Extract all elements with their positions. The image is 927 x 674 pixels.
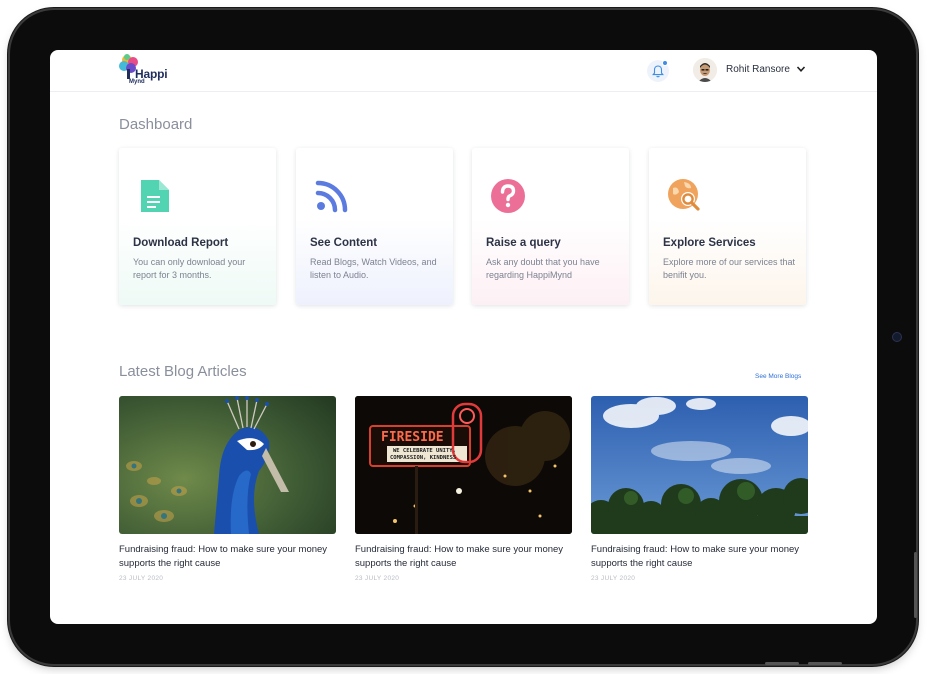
blog-title[interactable]: Fundraising fraud: How to make sure your… bbox=[591, 543, 808, 571]
peacock-photo[interactable] bbox=[119, 396, 336, 534]
blog-date: 23 JULY 2020 bbox=[591, 575, 636, 582]
download-report-card[interactable]: Download Report You can only download yo… bbox=[119, 148, 276, 305]
question-icon bbox=[491, 179, 525, 213]
card-title: Explore Services bbox=[663, 237, 756, 249]
blog-section-title: Latest Blog Articles bbox=[119, 363, 247, 380]
blog-date: 23 JULY 2020 bbox=[355, 575, 400, 582]
tablet-bottom-button bbox=[808, 662, 842, 665]
rss-icon bbox=[315, 180, 348, 213]
chevron-down-icon[interactable] bbox=[796, 64, 806, 74]
tablet-camera bbox=[892, 332, 902, 342]
bell-icon bbox=[652, 64, 664, 77]
blog-date: 23 JULY 2020 bbox=[119, 575, 164, 582]
blog-card[interactable]: FIRESIDE WE CELEBRATE UNITY, COMPASSION,… bbox=[355, 396, 572, 582]
blog-card[interactable]: Fundraising fraud: How to make sure your… bbox=[119, 396, 336, 582]
card-title: Download Report bbox=[133, 237, 229, 249]
card-description: Ask any doubt that you have regarding Ha… bbox=[486, 257, 600, 280]
blog-title[interactable]: Fundraising fraud: How to make sure your… bbox=[119, 543, 336, 571]
user-name[interactable]: Rohit Ransore bbox=[726, 64, 790, 75]
fireside-sign-subtext: WE CELEBRATE UNITY, bbox=[393, 448, 456, 454]
top-bar: Happi Mynd Rohit Ransore bbox=[50, 50, 877, 92]
see-content-card[interactable]: See Content Read Blogs, Watch Videos, an… bbox=[296, 148, 453, 305]
card-description: Explore more of our services that benifi… bbox=[663, 257, 796, 280]
tablet-side-button bbox=[914, 552, 917, 618]
card-title: Raise a query bbox=[486, 237, 561, 249]
notification-button[interactable] bbox=[647, 60, 669, 82]
see-more-blogs-link[interactable]: See More Blogs bbox=[755, 373, 801, 380]
tablet-bottom-button bbox=[765, 662, 799, 665]
fireside-sign-text: FIRESIDE bbox=[381, 430, 444, 445]
raise-query-card[interactable]: Raise a query Ask any doubt that you hav… bbox=[472, 148, 629, 305]
document-icon bbox=[141, 180, 169, 212]
blog-title[interactable]: Fundraising fraud: How to make sure your… bbox=[355, 543, 572, 571]
blog-card[interactable]: Fundraising fraud: How to make sure your… bbox=[591, 396, 808, 582]
card-title: See Content bbox=[310, 237, 378, 249]
fireside-sign-subtext: COMPASSION, KINDNESS bbox=[390, 455, 457, 461]
card-description: You can only download your report for 3 … bbox=[133, 257, 246, 280]
user-face-icon bbox=[693, 58, 717, 82]
app-screen: Happi Mynd Rohit Ransore Dashboard Downl… bbox=[50, 50, 877, 624]
happimynd-logo[interactable]: Happi Mynd bbox=[118, 54, 168, 88]
notification-dot bbox=[662, 60, 668, 66]
globe-search-icon bbox=[668, 179, 700, 211]
fireside-sign-photo[interactable]: FIRESIDE WE CELEBRATE UNITY, COMPASSION,… bbox=[355, 396, 572, 534]
explore-services-card[interactable]: Explore Services Explore more of our ser… bbox=[649, 148, 806, 305]
sky-trees-photo[interactable] bbox=[591, 396, 808, 534]
user-avatar[interactable] bbox=[693, 58, 717, 82]
dashboard-title: Dashboard bbox=[119, 116, 193, 133]
card-description: Read Blogs, Watch Videos, and listen to … bbox=[310, 257, 437, 280]
logo-subtext: Mynd bbox=[129, 79, 145, 85]
